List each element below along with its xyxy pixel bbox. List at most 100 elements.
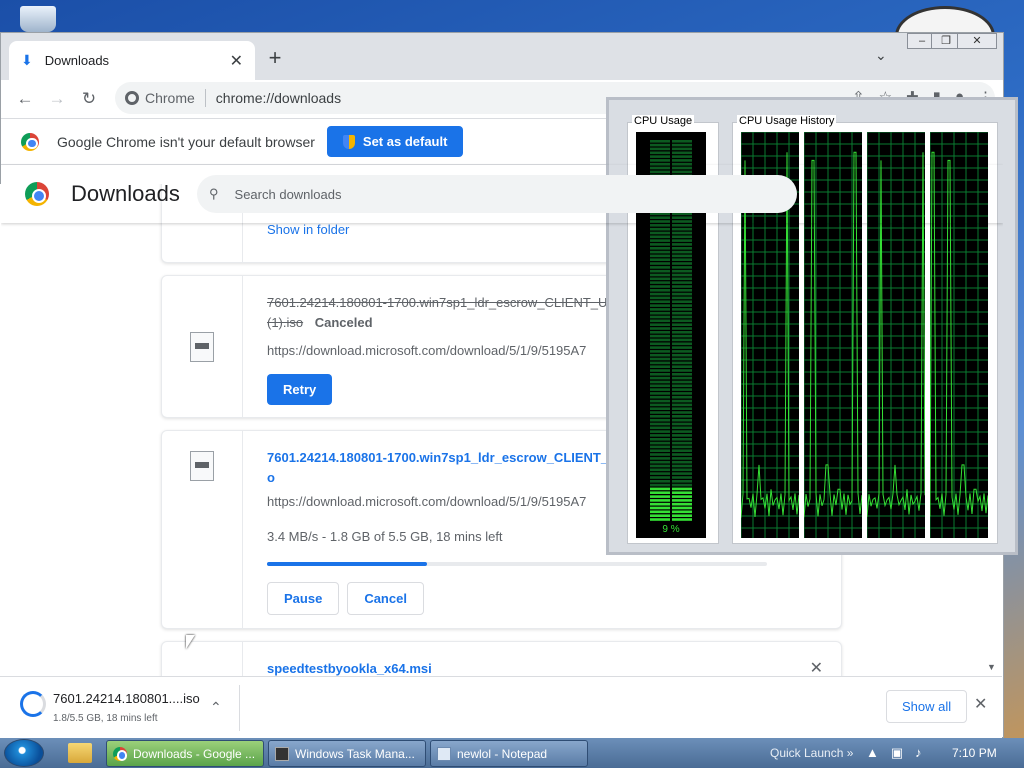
download-icon-column: [162, 431, 243, 628]
cpu-meter-segment: [672, 422, 692, 426]
cpu-meter-segment: [672, 319, 692, 323]
cpu-meter-segment: [672, 407, 692, 410]
cpu-meter-segment: [650, 315, 670, 319]
cpu-meter-segment: [672, 254, 692, 258]
cpu-meter-segment: [650, 407, 670, 410]
cpu-meter-segment: [672, 147, 692, 151]
cpu-meter-segment: [672, 384, 692, 388]
cpu-meter-segment: [672, 235, 692, 239]
search-input[interactable]: ⚲ Search downloads: [197, 175, 797, 213]
plus-icon[interactable]: +: [263, 45, 287, 71]
taskbar-item-chrome[interactable]: Downloads - Google ...: [106, 740, 264, 767]
cpu-meter-segment: [650, 311, 670, 315]
cpu-meter-segment: [672, 159, 692, 162]
close-window-button[interactable]: ✕: [957, 33, 997, 49]
cpu-meter-segment: [672, 411, 692, 414]
cpu-meter-segment: [650, 342, 670, 346]
cpu-meter-segment: [650, 510, 670, 514]
cpu-meter-segment: [650, 434, 670, 437]
scroll-down-arrow[interactable]: ▼: [987, 662, 996, 672]
cancel-button[interactable]: Cancel: [347, 582, 424, 615]
pause-button[interactable]: Pause: [267, 582, 340, 615]
back-icon[interactable]: ←: [11, 89, 39, 109]
taskbar: Downloads - Google ... Windows Task Mana…: [0, 738, 1024, 768]
cpu-meter-segment: [672, 296, 692, 300]
cpu-meter-segment: [650, 159, 670, 162]
download-icon-column: [162, 642, 243, 676]
chrome-logo-icon: [21, 132, 39, 151]
cpu-meter-segment: [672, 140, 692, 143]
task-manager-icon: [275, 746, 289, 761]
cpu-meter-segment: [650, 254, 670, 258]
cpu-meter-segment: [650, 499, 670, 502]
search-icon: ⚲: [209, 186, 219, 201]
tab-downloads[interactable]: ⬇ Downloads ✕: [9, 41, 255, 80]
shelf-download-item[interactable]: 7601.24214.180801....iso 1.8/5.5 GB, 18 …: [12, 685, 240, 731]
cpu-meter-segment: [672, 464, 692, 468]
cpu-meter-segment: [650, 415, 670, 418]
cpu-meter-segment: [672, 510, 692, 514]
cpu-meter-segment: [672, 468, 692, 472]
cpu-percent: 9 %: [662, 524, 680, 535]
show-all-button[interactable]: Show all: [886, 690, 968, 723]
cpu-meter-segment: [650, 247, 670, 250]
cpu-meter-segment: [650, 353, 670, 357]
cpu-meter-segment: [650, 243, 670, 246]
cpu-meter-segment: [672, 476, 692, 479]
omnibox-url[interactable]: chrome://downloads: [216, 90, 341, 106]
shelf-status: 1.8/5.5 GB, 18 mins left: [53, 713, 158, 724]
forward-icon[interactable]: →: [43, 89, 71, 109]
cpu-meter-segment: [672, 430, 692, 433]
retry-button[interactable]: Retry: [267, 374, 333, 405]
quick-launch-label[interactable]: Quick Launch »: [770, 746, 853, 760]
set-default-button[interactable]: Set as default: [326, 126, 464, 157]
cpu-meter-segment: [650, 502, 670, 506]
downloads-header: Downloads ⚲ Search downloads: [1, 165, 1003, 223]
close-icon[interactable]: ✕: [230, 51, 243, 71]
close-icon[interactable]: ✕: [810, 658, 823, 676]
recycle-bin-icon[interactable]: [20, 6, 56, 32]
network-icon[interactable]: ▣: [891, 745, 903, 761]
cpu-meter-segment: [650, 331, 670, 334]
reload-icon[interactable]: ↻: [75, 89, 103, 109]
shelf-filename: 7601.24214.180801....iso: [53, 691, 200, 706]
cpu-meter-segment: [672, 449, 692, 452]
explorer-icon[interactable]: [68, 743, 92, 763]
cpu-meter-segment: [650, 388, 670, 391]
download-filename[interactable]: speedtestbyookla_x64.msi: [267, 659, 821, 676]
cpu-meter-segment: [650, 357, 670, 361]
cpu-meter-segment: [650, 373, 670, 376]
cpu-meter-segment: [650, 327, 670, 330]
cpu-meter-segment: [672, 499, 692, 502]
cpu-meter-segment: [672, 350, 692, 353]
volume-icon[interactable]: ♪: [915, 745, 922, 761]
cpu-meter-segment: [672, 399, 692, 403]
taskbar-item-notepad[interactable]: newlol - Notepad: [430, 740, 588, 767]
taskbar-item-task-manager[interactable]: Windows Task Mana...: [268, 740, 426, 767]
tray-up-icon[interactable]: ▲: [866, 745, 879, 761]
system-tray: ▲ ▣ ♪: [866, 745, 922, 761]
task-label: newlol - Notepad: [457, 746, 548, 761]
taskbar-clock[interactable]: 7:10 PM: [952, 746, 997, 760]
page-title: Downloads: [71, 181, 180, 206]
cpu-meter-segment: [650, 235, 670, 239]
omnibox-separator: [204, 89, 206, 107]
cpu-meter-segment: [650, 350, 670, 353]
tab-strip: ⬇ Downloads ✕ + ⌄ – ❐ ✕: [1, 33, 1003, 80]
cpu-meter-segment: [650, 395, 670, 399]
close-icon[interactable]: ✕: [974, 694, 987, 714]
cpu-meter-segment: [672, 445, 692, 449]
start-button[interactable]: [4, 739, 44, 767]
chevron-up-icon[interactable]: ⌃: [210, 699, 222, 716]
cpu-meter-segment: [650, 472, 670, 475]
show-in-folder-link[interactable]: Show in folder: [267, 222, 349, 237]
cpu-meter-segment: [650, 464, 670, 468]
site-chip[interactable]: Chrome: [125, 90, 195, 106]
cpu-meter-segment: [672, 373, 692, 376]
cpu-meter-segment: [650, 518, 670, 521]
cpu-meter-segment: [672, 239, 692, 242]
cpu-meter-segment: [672, 514, 692, 517]
cpu-meter-segment: [650, 422, 670, 426]
chevron-down-icon[interactable]: ⌄: [875, 47, 887, 64]
cpu-meter-segment: [672, 292, 692, 296]
